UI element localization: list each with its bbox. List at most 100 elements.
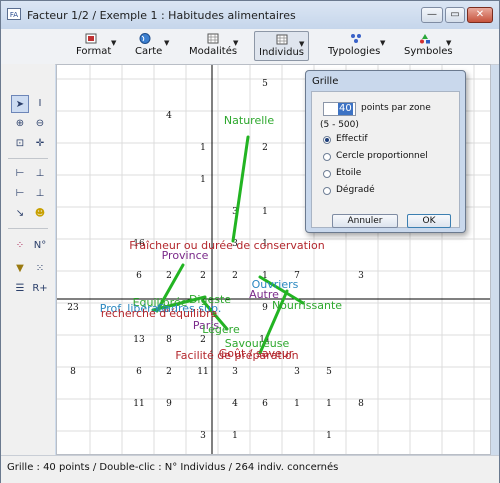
divider (8, 228, 48, 229)
ok-button[interactable]: OK (407, 214, 451, 228)
radio-effectif[interactable] (323, 136, 331, 144)
status-bar: Grille : 40 points / Double-clic : N° In… (1, 455, 499, 483)
modality-label[interactable]: Légère (202, 323, 240, 336)
cell-count: 9 (262, 303, 268, 313)
toolbar-modalites-button[interactable]: Modalités ▼ (185, 31, 247, 61)
axis-1-icon[interactable]: ⊢ (11, 165, 29, 183)
toolbar-format-label: Format (76, 46, 112, 57)
cluster-icon[interactable]: ⁙ (31, 260, 49, 278)
points-suffix-label: points par zone (361, 103, 431, 113)
chevron-down-icon: ▼ (299, 40, 305, 48)
modality-label[interactable]: Naturelle (224, 114, 274, 127)
grille-dialog: Grille 40 points par zone (5 - 500) Effe… (305, 70, 466, 233)
toolbar-symboles-button[interactable]: Symboles ▼ (399, 31, 459, 61)
main-window: FA Facteur 1/2 / Exemple 1 : Habitudes a… (0, 0, 500, 483)
toolbar-individus-label: Individus (259, 47, 305, 58)
range-label: (5 - 500) (320, 120, 359, 130)
cell-count: 11 (197, 367, 208, 377)
cell-count: 1 (232, 431, 238, 441)
cell-count: 5 (326, 367, 332, 377)
radio-cercle-label[interactable]: Cercle proportionnel (336, 151, 428, 161)
toolbar-individus-button[interactable]: Individus ▼ (254, 31, 309, 61)
title-bar[interactable]: FA Facteur 1/2 / Exemple 1 : Habitudes a… (1, 1, 499, 29)
number-icon[interactable]: N° (31, 237, 49, 255)
cell-count: 2 (200, 271, 206, 281)
cell-count: 1 (262, 207, 268, 217)
cell-count: 3 (200, 431, 206, 441)
cell-count: 6 (136, 367, 142, 377)
maximize-button[interactable]: ▭ (445, 7, 465, 23)
cell-count: 1 (294, 399, 300, 409)
points-value[interactable]: 40 (338, 103, 353, 115)
pointer-icon[interactable]: ➤ (11, 95, 29, 113)
tool-palette: ➤ Ⅰ ⊕ ⊖ ⊡ ✛ ⊢ ⊥ ⊢ ⊥ ↘ ☻ ⁘ N° ▼ ⁙ ☰ R+ (1, 64, 55, 455)
radio-degrade-label[interactable]: Dégradé (336, 185, 375, 195)
app-icon: FA (7, 8, 21, 20)
globe-icon (139, 33, 151, 44)
cell-count: 8 (70, 367, 76, 377)
toolbar-carte-button[interactable]: Carte ▼ (129, 31, 179, 61)
chevron-down-icon: ▼ (164, 39, 170, 47)
radio-cercle[interactable] (323, 153, 331, 161)
cell-count: 3 (294, 367, 300, 377)
axis-2-icon[interactable]: ⊥ (31, 165, 49, 183)
toolbar-format-button[interactable]: Format ▼ (71, 31, 123, 61)
smiley-icon[interactable]: ☻ (31, 205, 49, 223)
points-input[interactable]: 40 (323, 102, 356, 116)
dialog-title: Grille (312, 76, 339, 87)
minimize-button[interactable]: — (421, 7, 443, 23)
cell-count: 2 (200, 335, 206, 345)
modality-label[interactable]: Goût / saveur (219, 347, 294, 360)
radio-degrade[interactable] (323, 187, 331, 195)
text-cursor-icon[interactable]: Ⅰ (31, 95, 49, 113)
typology-icon (351, 34, 361, 43)
zoom-in-icon[interactable]: ⊕ (11, 115, 29, 133)
cell-count: 2 (166, 271, 172, 281)
dialog-body: 40 points par zone (5 - 500) Effectif Ce… (311, 91, 460, 228)
cell-count: 2 (166, 367, 172, 377)
toolbar-modalites-label: Modalités (189, 46, 238, 57)
modality-label[interactable]: Nourrissante (272, 299, 342, 312)
toolbar-carte-label: Carte (135, 46, 163, 57)
toolbar-typologies-button[interactable]: Typologies ▼ (324, 31, 390, 61)
fit-view-icon[interactable]: ⊡ (11, 135, 29, 153)
chevron-down-icon: ▼ (233, 39, 239, 47)
cell-count: 8 (166, 335, 172, 345)
chevron-down-icon: ▼ (380, 39, 386, 47)
status-text: Grille : 40 points / Double-clic : N° In… (7, 462, 339, 473)
axis-4-icon[interactable]: ⊥ (31, 185, 49, 203)
radio-etoile[interactable] (323, 170, 331, 178)
zoom-out-icon[interactable]: ⊖ (31, 115, 49, 133)
radio-etoile-label[interactable]: Etoile (336, 168, 361, 178)
grid-icon (276, 34, 288, 45)
cancel-button[interactable]: Annuler (332, 214, 398, 228)
list-icon[interactable]: ☰ (11, 280, 29, 298)
axis-graph-icon[interactable]: ↘ (11, 205, 29, 223)
cell-count: 8 (358, 399, 364, 409)
cell-count: 3 (232, 367, 238, 377)
cell-count: 2 (262, 143, 268, 153)
radio-effectif-label[interactable]: Effectif (336, 134, 368, 144)
cell-count: 1 (326, 431, 332, 441)
axis-3-icon[interactable]: ⊢ (11, 185, 29, 203)
cell-count: 4 (166, 111, 172, 121)
filter-icon[interactable]: ▼ (11, 260, 29, 278)
modality-label[interactable]: Fraîcheur ou durée de conservation (129, 239, 324, 252)
cell-count: 1 (200, 175, 206, 185)
grid-icon (207, 33, 219, 44)
toolbar: Format ▼ Carte ▼ Modalités ▼ Individus ▼… (1, 29, 499, 65)
r-plus-icon[interactable]: R+ (31, 280, 49, 298)
cell-count: 1 (326, 399, 332, 409)
cell-count: 3 (358, 271, 364, 281)
window-title: Facteur 1/2 / Exemple 1 : Habitudes alim… (27, 9, 296, 22)
cell-count: 4 (232, 399, 238, 409)
crosshair-icon[interactable]: ✛ (31, 135, 49, 153)
symbols-icon (420, 34, 430, 44)
cell-count: 6 (262, 399, 268, 409)
close-button[interactable]: ✕ (467, 7, 493, 23)
modality-label[interactable]: Province (162, 249, 209, 262)
scatter-icon[interactable]: ⁘ (11, 237, 29, 255)
divider (8, 158, 48, 159)
cell-count: 6 (136, 271, 142, 281)
cell-count: 9 (166, 399, 172, 409)
